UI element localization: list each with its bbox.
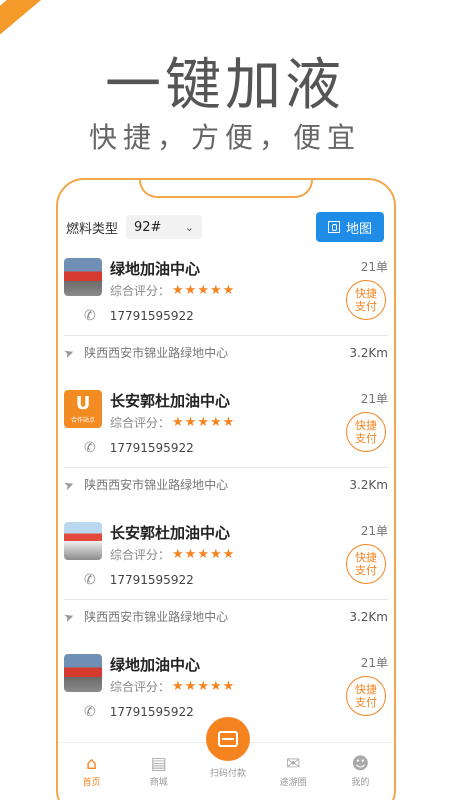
phone-number: 17791595922 xyxy=(109,573,194,587)
quick-pay-button[interactable]: 快捷 支付 xyxy=(346,412,386,452)
rating-row: 综合评分： ★★★★★ xyxy=(110,282,235,299)
tab-label: 首页 xyxy=(82,778,101,788)
scan-pay-label: 扫码付款 xyxy=(209,769,246,779)
tab-label: 途游圈 xyxy=(279,778,307,788)
station-name: 绿地加油中心 xyxy=(110,260,201,278)
star-rating: ★★★★★ xyxy=(172,547,236,562)
station-thumbnail xyxy=(64,654,102,692)
quick-pay-button[interactable]: 快捷 支付 xyxy=(346,676,386,716)
fuel-type-select[interactable]: 92# ⌄ xyxy=(126,215,203,239)
fuel-type-value: 92# xyxy=(134,219,162,235)
rating-label: 综合评分： xyxy=(110,680,171,694)
rating-label: 综合评分： xyxy=(110,284,171,298)
hero-title: 一键加液 xyxy=(105,53,345,118)
quick-pay-button[interactable]: 快捷 支付 xyxy=(346,280,386,320)
station-name: 长安郭杜加油中心 xyxy=(110,524,231,542)
u-logo-icon: U xyxy=(75,392,91,414)
rating-row: 综合评分： ★★★★★ xyxy=(110,414,235,431)
navigation-icon: ➤ xyxy=(61,476,77,493)
phone-number: 17791595922 xyxy=(109,441,194,455)
distance: 3.2Km xyxy=(349,477,388,492)
phone-icon: ✆ xyxy=(84,572,96,588)
rating-row: 综合评分： ★★★★★ xyxy=(110,546,235,563)
address-row[interactable]: ➤ 陕西西安市锦业路绿地中心 3.2Km xyxy=(61,344,388,361)
station-list: 绿地加油中心 综合评分： ★★★★★ ✆ 17791595922 21单 快捷支… xyxy=(58,252,394,780)
divider xyxy=(64,599,388,600)
station-name: 绿地加油中心 xyxy=(110,656,201,674)
phone-row[interactable]: ✆ 17791595922 xyxy=(84,572,194,588)
list-item[interactable]: 长安郭杜加油中心 综合评分： ★★★★★ ✆ 17791595922 21单 快… xyxy=(58,516,394,648)
phone-row[interactable]: ✆ 17791595922 xyxy=(84,440,194,456)
scan-pay-button[interactable] xyxy=(206,717,250,761)
order-count: 21单 xyxy=(360,392,388,406)
station-address: 陕西西安市锦业路绿地中心 xyxy=(84,610,229,624)
navigation-icon: ➤ xyxy=(61,608,77,625)
quick-pay-button[interactable]: 快捷 支付 xyxy=(346,544,386,584)
order-count: 21单 xyxy=(360,524,388,538)
rating-row: 综合评分： ★★★★★ xyxy=(110,678,235,695)
store-icon: ▤ xyxy=(150,754,167,774)
list-item[interactable]: 绿地加油中心 综合评分： ★★★★★ ✆ 17791595922 21单 快捷支… xyxy=(58,252,394,384)
list-item[interactable]: U 合作站点 长安郭杜加油中心 综合评分： ★★★★★ ✆ 1779159592… xyxy=(58,384,394,516)
filter-bar: 燃料类型 92# ⌄ 地图 xyxy=(66,212,384,242)
tab-profile[interactable]: ☻ 我的 xyxy=(334,753,386,788)
logo-text: 合作站点 xyxy=(70,416,95,424)
order-count: 21单 xyxy=(360,260,388,274)
user-icon: ☻ xyxy=(351,754,370,774)
phone-number: 17791595922 xyxy=(109,705,194,719)
chevron-down-icon: ⌄ xyxy=(184,220,195,234)
hero-subtitle: 快捷，方便，便宜 xyxy=(88,121,361,154)
divider xyxy=(64,335,388,336)
star-rating: ★★★★★ xyxy=(172,283,236,298)
station-thumbnail: U 合作站点 xyxy=(64,390,102,428)
navigation-icon: ➤ xyxy=(61,344,77,361)
fuel-type-label: 燃料类型 xyxy=(66,221,119,237)
phone-row[interactable]: ✆ 17791595922 xyxy=(84,704,194,720)
phone-notch xyxy=(139,180,313,198)
star-rating: ★★★★★ xyxy=(172,415,236,430)
distance: 3.2Km xyxy=(349,609,388,624)
station-name: 长安郭杜加油中心 xyxy=(110,392,231,410)
order-count: 21单 xyxy=(360,656,388,670)
tab-home[interactable]: ⌂ 首页 xyxy=(66,753,118,788)
home-icon: ⌂ xyxy=(86,754,97,774)
phone-icon: ✆ xyxy=(84,704,96,720)
tab-label: 商城 xyxy=(149,778,168,788)
map-button-label: 地图 xyxy=(345,221,372,237)
station-thumbnail xyxy=(64,258,102,296)
distance: 3.2Km xyxy=(349,345,388,360)
address-row[interactable]: ➤ 陕西西安市锦业路绿地中心 3.2Km xyxy=(61,608,388,625)
tab-community[interactable]: ✉ 途游圈 xyxy=(267,753,319,788)
map-icon xyxy=(327,221,340,233)
station-thumbnail xyxy=(64,522,102,560)
phone-frame: 燃料类型 92# ⌄ 地图 绿地加油中心 综合评分： ★★★★★ ✆ 17791… xyxy=(56,178,396,800)
tab-store[interactable]: ▤ 商城 xyxy=(133,753,185,788)
phone-icon: ✆ xyxy=(84,308,96,324)
map-button[interactable]: 地图 xyxy=(316,212,384,242)
tab-label: 我的 xyxy=(351,778,370,788)
scan-icon xyxy=(218,731,238,747)
star-rating: ★★★★★ xyxy=(172,679,236,694)
divider xyxy=(64,467,388,468)
address-row[interactable]: ➤ 陕西西安市锦业路绿地中心 3.2Km xyxy=(61,476,388,493)
phone-icon: ✆ xyxy=(84,440,96,456)
corner-ribbon xyxy=(0,0,56,40)
rating-label: 综合评分： xyxy=(110,548,171,562)
rating-label: 综合评分： xyxy=(110,416,171,430)
station-address: 陕西西安市锦业路绿地中心 xyxy=(84,346,229,360)
chat-icon: ✉ xyxy=(286,754,301,774)
phone-number: 17791595922 xyxy=(109,309,194,323)
station-address: 陕西西安市锦业路绿地中心 xyxy=(84,478,229,492)
phone-row[interactable]: ✆ 17791595922 xyxy=(84,308,194,324)
